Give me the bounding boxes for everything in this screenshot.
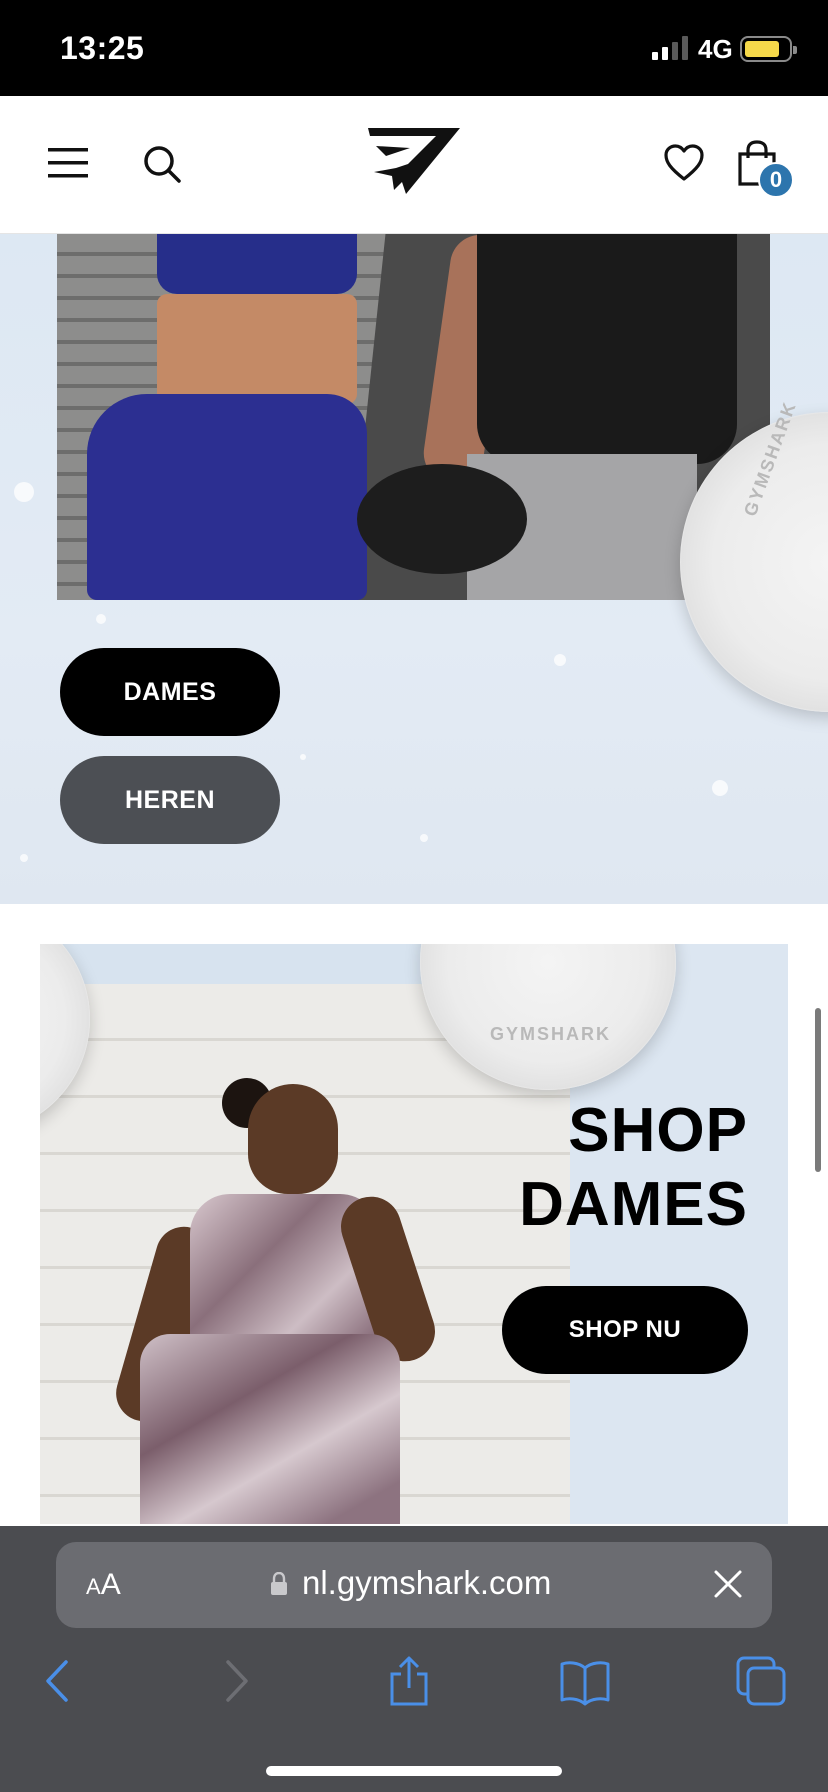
forward-icon[interactable] [210, 1656, 260, 1706]
status-bar: 13:25 4G [0, 0, 828, 96]
scrollbar[interactable] [815, 1008, 821, 1172]
search-icon[interactable] [142, 144, 182, 184]
battery-icon [740, 36, 797, 62]
share-icon[interactable] [384, 1656, 434, 1706]
status-time: 13:25 [60, 30, 145, 66]
shop-dames-promo[interactable]: GYMSHARK SHOP DAMES SHOP NU [40, 944, 788, 1524]
cart-count-badge[interactable]: 0 [758, 162, 794, 198]
dames-button[interactable]: DAMES [60, 648, 280, 736]
browser-chrome: AA nl.gymshark.com [0, 1526, 828, 1792]
promo-title-line-1: SHOP [568, 1096, 748, 1165]
close-icon[interactable] [712, 1568, 744, 1600]
shop-nu-button[interactable]: SHOP NU [502, 1286, 748, 1374]
lock-icon [271, 1572, 287, 1595]
promo-title: SHOP DAMES [519, 1094, 748, 1242]
menu-icon[interactable] [48, 146, 90, 180]
promo-title-line-2: DAMES [519, 1170, 748, 1239]
home-indicator[interactable] [266, 1766, 562, 1776]
network-type: 4G [698, 34, 733, 64]
heren-button[interactable]: HEREN [60, 756, 280, 844]
text-size-button[interactable]: AA [86, 1568, 121, 1602]
bookmarks-icon[interactable] [560, 1656, 610, 1706]
gymshark-logo[interactable] [366, 124, 462, 196]
hero-section: GYMSHARK DAMES HEREN [0, 234, 828, 904]
hero-image[interactable] [57, 234, 770, 600]
back-icon[interactable] [34, 1656, 84, 1706]
tabs-icon[interactable] [736, 1656, 786, 1706]
address-bar[interactable]: AA nl.gymshark.com [56, 1542, 772, 1628]
heart-icon[interactable] [664, 144, 704, 182]
signal-icon [652, 36, 688, 60]
site-header: 0 [0, 96, 828, 234]
url-text[interactable]: nl.gymshark.com [302, 1564, 551, 1602]
